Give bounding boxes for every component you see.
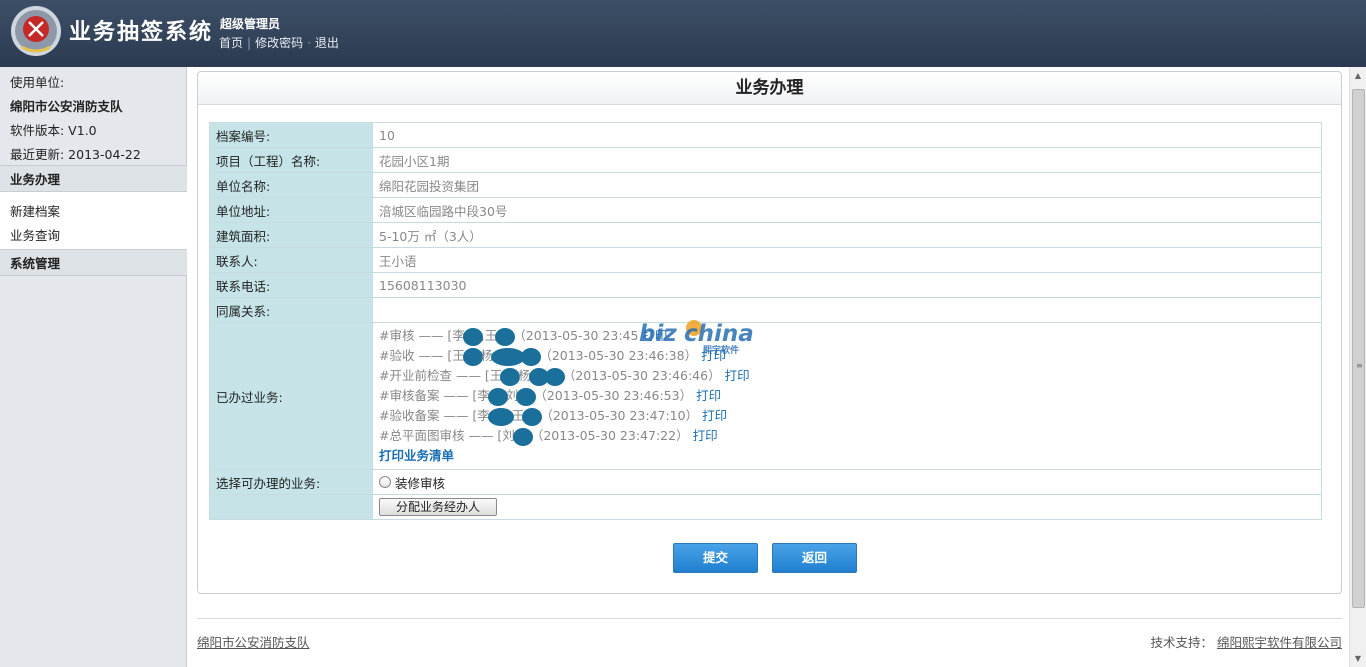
table-row: 单位地址: 涪城区临园路中段30号 bbox=[209, 197, 1322, 223]
field-value: 绵阳花园投资集团 bbox=[372, 172, 1322, 198]
back-button[interactable]: 返回 bbox=[772, 543, 857, 573]
field-value: 花园小区1期 bbox=[372, 147, 1322, 173]
field-value bbox=[372, 297, 1322, 323]
print-business-list-link[interactable]: 打印业务清单 bbox=[379, 448, 454, 463]
select-business-label: 选择可办理的业务: bbox=[209, 469, 373, 495]
sidebar-item-business-query[interactable]: 业务查询 bbox=[10, 225, 60, 244]
field-label: 单位名称: bbox=[209, 172, 373, 198]
vertical-scrollbar[interactable]: ▲ ≡ ▼ bbox=[1349, 67, 1366, 667]
redaction-blob bbox=[544, 367, 565, 386]
field-value: 王小语 bbox=[372, 247, 1322, 273]
field-value: 10 bbox=[372, 122, 1322, 148]
field-label: 联系人: bbox=[209, 247, 373, 273]
list-item: #验收备案 —— [李王（2013-05-30 23:47:10） 打印 bbox=[379, 406, 1315, 426]
fire-badge-logo bbox=[11, 6, 61, 56]
list-item: #开业前检查 —— [王杨（2013-05-30 23:46:46） 打印 bbox=[379, 366, 1315, 386]
table-row: 建筑面积: 5-10万 ㎡（3人） bbox=[209, 222, 1322, 248]
user-role: 超级管理员 bbox=[220, 17, 281, 31]
radio-button[interactable] bbox=[379, 476, 391, 488]
field-label: 联系电话: bbox=[209, 272, 373, 298]
print-link[interactable]: 打印 bbox=[696, 388, 721, 403]
list-item: #验收 —— [王杨（2013-05-30 23:46:38） 打印 bbox=[379, 346, 1315, 366]
header-bar: 业务抽签系统 超级管理员 首页 | 修改密码 · 退出 bbox=[0, 0, 1366, 67]
support-company-link[interactable]: 绵阳熙宇软件有限公司 bbox=[1217, 635, 1342, 650]
sidebar: 使用单位: 绵阳市公安消防支队 软件版本: V1.0 最近更新: 2013-04… bbox=[0, 67, 187, 667]
list-item: #审核备案 —— [李刘（2013-05-30 23:46:53） 打印 bbox=[379, 386, 1315, 406]
home-link[interactable]: 首页 bbox=[219, 36, 243, 50]
table-row: 已办过业务: #审核 —— [李 ,王 （2013-05-30 23:45 打印 #… bbox=[209, 322, 1322, 470]
done-business-list: #审核 —— [李 ,王 （2013-05-30 23:45 打印 #验收 —— [… bbox=[372, 322, 1322, 470]
panel-title: 业务办理 bbox=[198, 72, 1341, 105]
scroll-down-arrow-icon[interactable]: ▼ bbox=[1350, 650, 1366, 667]
table-row: 单位名称: 绵阳花园投资集团 bbox=[209, 172, 1322, 198]
redaction-blob bbox=[491, 347, 526, 366]
software-version: 软件版本: V1.0 bbox=[10, 123, 97, 138]
main-content: 业务办理 档案编号: 10 项目（工程）名称: 花园小区1期 单位名称: 绵阳花园投资… bbox=[188, 67, 1349, 667]
radio-label: 装修审核 bbox=[395, 475, 446, 491]
sidebar-item-new-record[interactable]: 新建档案 bbox=[10, 201, 60, 220]
table-row: 联系电话: 15608113030 bbox=[209, 272, 1322, 298]
svg-text:china: china bbox=[684, 321, 754, 347]
redaction-blob bbox=[462, 347, 483, 366]
print-link[interactable]: 打印 bbox=[702, 408, 727, 423]
svg-text:biz: biz bbox=[639, 321, 677, 347]
list-item: 打印业务清单 bbox=[379, 446, 1315, 466]
assign-cell: 分配业务经办人 bbox=[372, 494, 1322, 520]
field-label: 同属关系: bbox=[209, 297, 373, 323]
scroll-thumb[interactable]: ≡ bbox=[1352, 89, 1365, 608]
field-value: 涪城区临园路中段30号 bbox=[372, 197, 1322, 223]
footer-org-link[interactable]: 绵阳市公安消防支队 bbox=[197, 632, 310, 651]
done-business-label: 已办过业务: bbox=[209, 322, 373, 470]
table-row: 项目（工程）名称: 花园小区1期 bbox=[209, 147, 1322, 173]
redaction-blob bbox=[462, 327, 483, 346]
redaction-blob bbox=[487, 407, 514, 426]
separator: · bbox=[307, 36, 311, 50]
print-link[interactable]: 打印 bbox=[725, 368, 750, 383]
support-label: 技术支持： bbox=[1150, 635, 1213, 650]
top-nav-links: 首页 | 修改密码 · 退出 bbox=[219, 34, 339, 51]
field-value: 15608113030 bbox=[372, 272, 1322, 298]
field-label: 项目（工程）名称: bbox=[209, 147, 373, 173]
last-update: 最近更新: 2013-04-22 bbox=[10, 147, 141, 162]
business-menu: 新建档案 业务查询 bbox=[0, 192, 187, 249]
change-password-link[interactable]: 修改密码 bbox=[255, 36, 303, 50]
sidebar-section-system[interactable]: 系统管理 bbox=[0, 249, 187, 276]
submit-button[interactable]: 提交 bbox=[673, 543, 758, 573]
record-form-table: 档案编号: 10 项目（工程）名称: 花园小区1期 单位名称: 绵阳花园投资集团 单位… bbox=[209, 122, 1322, 520]
table-row: 分配业务经办人 bbox=[209, 494, 1322, 520]
empty-label bbox=[209, 494, 373, 520]
print-link[interactable]: 打印 bbox=[693, 428, 718, 443]
table-row: 同属关系: bbox=[209, 297, 1322, 323]
list-item: #审核 —— [李 ,王 （2013-05-30 23:45 打印 bbox=[379, 326, 1315, 346]
table-row: 联系人: 王小语 bbox=[209, 247, 1322, 273]
redaction-blob bbox=[512, 427, 533, 446]
footer-divider bbox=[197, 618, 1342, 619]
separator: | bbox=[247, 36, 252, 50]
field-label: 单位地址: bbox=[209, 197, 373, 223]
table-row: 档案编号: 10 bbox=[209, 122, 1322, 148]
field-value: 5-10万 ㎡（3人） bbox=[372, 222, 1322, 248]
scroll-up-arrow-icon[interactable]: ▲ bbox=[1350, 67, 1366, 84]
table-row: 选择可办理的业务: 装修审核 bbox=[209, 469, 1322, 495]
field-label: 建筑面积: bbox=[209, 222, 373, 248]
footer-support: 技术支持： 绵阳熙宇软件有限公司 bbox=[1150, 632, 1342, 651]
org-name: 绵阳市公安消防支队 bbox=[10, 99, 123, 114]
select-business-cell: 装修审核 bbox=[372, 469, 1322, 495]
field-label: 档案编号: bbox=[209, 122, 373, 148]
list-item: #总平面图审核 —— [刘 （2013-05-30 23:47:22） 打印 bbox=[379, 426, 1315, 446]
business-panel: 业务办理 档案编号: 10 项目（工程）名称: 花园小区1期 单位名称: 绵阳花园投资… bbox=[197, 71, 1342, 594]
svg-text:熙宇软件: 熙宇软件 bbox=[703, 344, 739, 356]
redaction-blob bbox=[487, 387, 508, 406]
org-label: 使用单位: bbox=[10, 75, 65, 90]
grip-icon: ≡ bbox=[1356, 361, 1363, 370]
system-title: 业务抽签系统 bbox=[69, 20, 214, 45]
logout-link[interactable]: 退出 bbox=[315, 36, 339, 50]
assign-handler-button[interactable]: 分配业务经办人 bbox=[379, 498, 497, 516]
bizchina-watermark: biz china 熙宇软件 bbox=[639, 320, 754, 356]
sidebar-section-business[interactable]: 业务办理 bbox=[0, 165, 187, 192]
business-option[interactable]: 装修审核 bbox=[379, 473, 445, 492]
